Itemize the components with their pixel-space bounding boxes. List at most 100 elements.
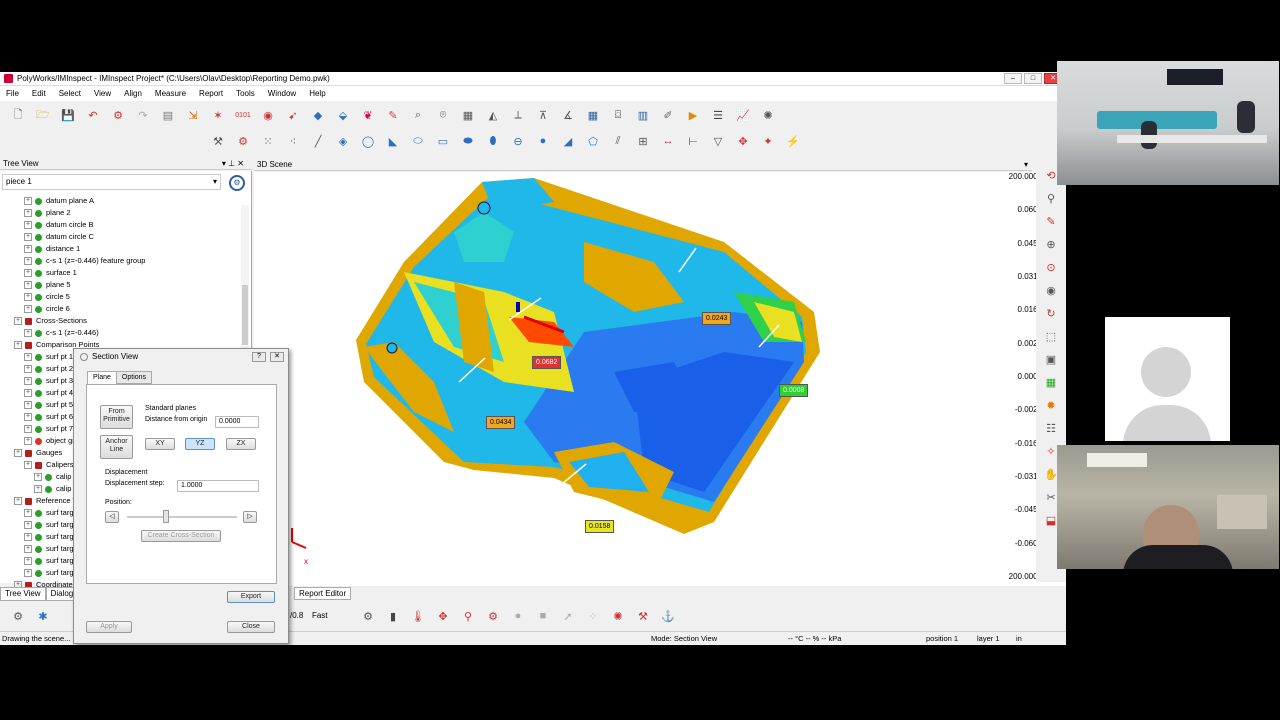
scan-icon[interactable]: ✦ (758, 131, 778, 151)
line-icon[interactable]: ╱ (308, 131, 328, 151)
shape-icon[interactable]: ◭ (483, 105, 503, 125)
sphere-disabled-icon[interactable]: ● (508, 606, 528, 626)
position-slider[interactable] (127, 516, 237, 518)
points-disabled-icon[interactable]: ⁘ (583, 606, 603, 626)
maximize-button[interactable]: □ (1024, 73, 1042, 84)
tree-item[interactable]: + circle 5 (14, 291, 251, 303)
box-disabled-icon[interactable]: ■ (533, 606, 553, 626)
pen-icon[interactable]: ✎ (1042, 212, 1060, 230)
expand-icon[interactable]: + (24, 425, 32, 433)
probe-tool-icon[interactable]: ⚙ (233, 131, 253, 151)
help-icon[interactable]: ? (252, 352, 266, 362)
slider-thumb[interactable] (163, 510, 169, 523)
tree-item[interactable]: + plane 2 (14, 207, 251, 219)
expand-icon[interactable]: + (14, 449, 22, 457)
menu-window[interactable]: Window (268, 89, 296, 98)
close-icon[interactable]: ✕ (270, 352, 284, 362)
expand-icon[interactable]: + (24, 257, 32, 265)
tree-item[interactable]: + Cross-Sections (14, 315, 251, 327)
curves-icon[interactable]: ❦ (358, 105, 378, 125)
zoom-fit-icon[interactable]: ⊙ (1042, 258, 1060, 276)
menu-edit[interactable]: Edit (32, 89, 46, 98)
pin-icon[interactable]: ✎ (383, 105, 403, 125)
deviation-tag[interactable]: 0.0682 (532, 356, 562, 369)
filter-icon[interactable]: ▽ (708, 131, 728, 151)
step-back-button[interactable]: ◁ (105, 511, 119, 523)
expand-icon[interactable]: + (34, 473, 42, 481)
ruler-icon[interactable]: ⟂ (508, 105, 528, 125)
scan-arm-icon[interactable]: ✥ (433, 606, 453, 626)
menu-file[interactable]: File (6, 89, 19, 98)
displacement-step-input[interactable]: 1.0000 (177, 480, 259, 492)
cube-icon[interactable]: ◆ (308, 105, 328, 125)
anchor-line-button[interactable]: Anchor Line (100, 435, 133, 459)
color-map-icon[interactable]: ▦ (1042, 373, 1060, 391)
magic-wand-icon[interactable]: ✶ (208, 105, 228, 125)
zx-plane-button[interactable]: ZX (226, 438, 256, 450)
feature-icon[interactable]: ⊞ (633, 131, 653, 151)
box-view-icon[interactable]: ⬚ (1042, 327, 1060, 345)
tree-item[interactable]: + datum plane A (14, 195, 251, 207)
scene-menu-icon[interactable]: ▾ (1024, 158, 1028, 171)
deviation-tag[interactable]: 0.0434 (486, 416, 516, 429)
probe-view-icon[interactable]: ⚲ (1042, 189, 1060, 207)
apply-button[interactable]: Apply (86, 621, 132, 633)
cylinder-icon[interactable]: ⬮ (483, 131, 503, 151)
expand-icon[interactable]: + (14, 317, 22, 325)
robot-arm-icon[interactable]: ⚓ (658, 606, 678, 626)
menu-view[interactable]: View (94, 89, 111, 98)
speed-mode-dropdown[interactable]: Fast (312, 611, 352, 620)
tree-item[interactable]: + datum circle B (14, 219, 251, 231)
thermometer-icon[interactable]: 🌡 (408, 606, 428, 626)
polygon-icon[interactable]: ⬠ (583, 131, 603, 151)
laser-scan-icon[interactable]: ⚲ (458, 606, 478, 626)
rotate-icon[interactable]: ↻ (1042, 304, 1060, 322)
tree-item[interactable]: + plane 5 (14, 279, 251, 291)
expand-icon[interactable]: + (24, 329, 32, 337)
piece-dropdown[interactable]: piece 1 ▾ (2, 174, 221, 190)
tab-tree-view[interactable]: Tree View (0, 587, 46, 601)
expand-icon[interactable]: + (24, 269, 32, 277)
yz-plane-button[interactable]: YZ (185, 438, 215, 450)
expand-icon[interactable]: + (24, 569, 32, 577)
expand-icon[interactable]: + (24, 353, 32, 361)
position-dropdown[interactable]: position 1 (926, 632, 958, 645)
expand-icon[interactable]: + (24, 305, 32, 313)
tree-item[interactable]: + circle 6 (14, 303, 251, 315)
clipboard-icon[interactable]: ▤ (158, 105, 178, 125)
close-button[interactable]: Close (227, 621, 275, 633)
menu-select[interactable]: Select (59, 89, 81, 98)
sphere-icon[interactable]: ● (533, 131, 553, 151)
probe-color-icon[interactable]: ✱ (33, 606, 53, 626)
dialog-title-bar[interactable]: Section View ? ✕ (74, 349, 288, 365)
expand-icon[interactable]: + (24, 281, 32, 289)
unit-dropdown[interactable]: in (1016, 632, 1022, 645)
minimize-button[interactable]: – (1004, 73, 1022, 84)
expand-icon[interactable]: + (24, 437, 32, 445)
axis-icon[interactable]: ⫽ (608, 131, 628, 151)
expand-icon[interactable]: + (24, 389, 32, 397)
expand-icon[interactable]: + (24, 401, 32, 409)
expand-icon[interactable]: + (24, 209, 32, 217)
probe-settings-icon[interactable]: ⚙ (8, 606, 28, 626)
scanner-icon[interactable]: ⚙ (483, 606, 503, 626)
eye-icon[interactable]: ◉ (1042, 281, 1060, 299)
gauge-icon[interactable]: ⊢ (683, 131, 703, 151)
new-icon[interactable]: 🗋 (8, 105, 28, 125)
gear-tool-icon[interactable]: ⚙ (358, 606, 378, 626)
settings-gear-icon[interactable]: ⚙ (108, 105, 128, 125)
import-icon[interactable]: ⇲ (183, 105, 203, 125)
redo-icon[interactable]: ↷ (133, 105, 153, 125)
align-probe-icon[interactable]: ✥ (733, 131, 753, 151)
report-table-icon[interactable]: ▥ (633, 105, 653, 125)
binary-data-icon[interactable]: 0101 (233, 105, 253, 125)
tree-item[interactable]: + datum circle C (14, 231, 251, 243)
table-icon[interactable]: ▦ (583, 105, 603, 125)
menu-report[interactable]: Report (199, 89, 223, 98)
3d-scene[interactable]: x 0.0243 0.0682 0.0008 0.0434 0.0158 200… (254, 172, 1066, 586)
pane-pin-icon[interactable]: ▾ ⊥ ✕ (222, 159, 244, 168)
distance-input[interactable]: 0.0000 (215, 416, 259, 428)
expand-icon[interactable]: + (24, 221, 32, 229)
globe-gear-icon[interactable]: ✺ (758, 105, 778, 125)
step-forward-button[interactable]: ▷ (243, 511, 257, 523)
